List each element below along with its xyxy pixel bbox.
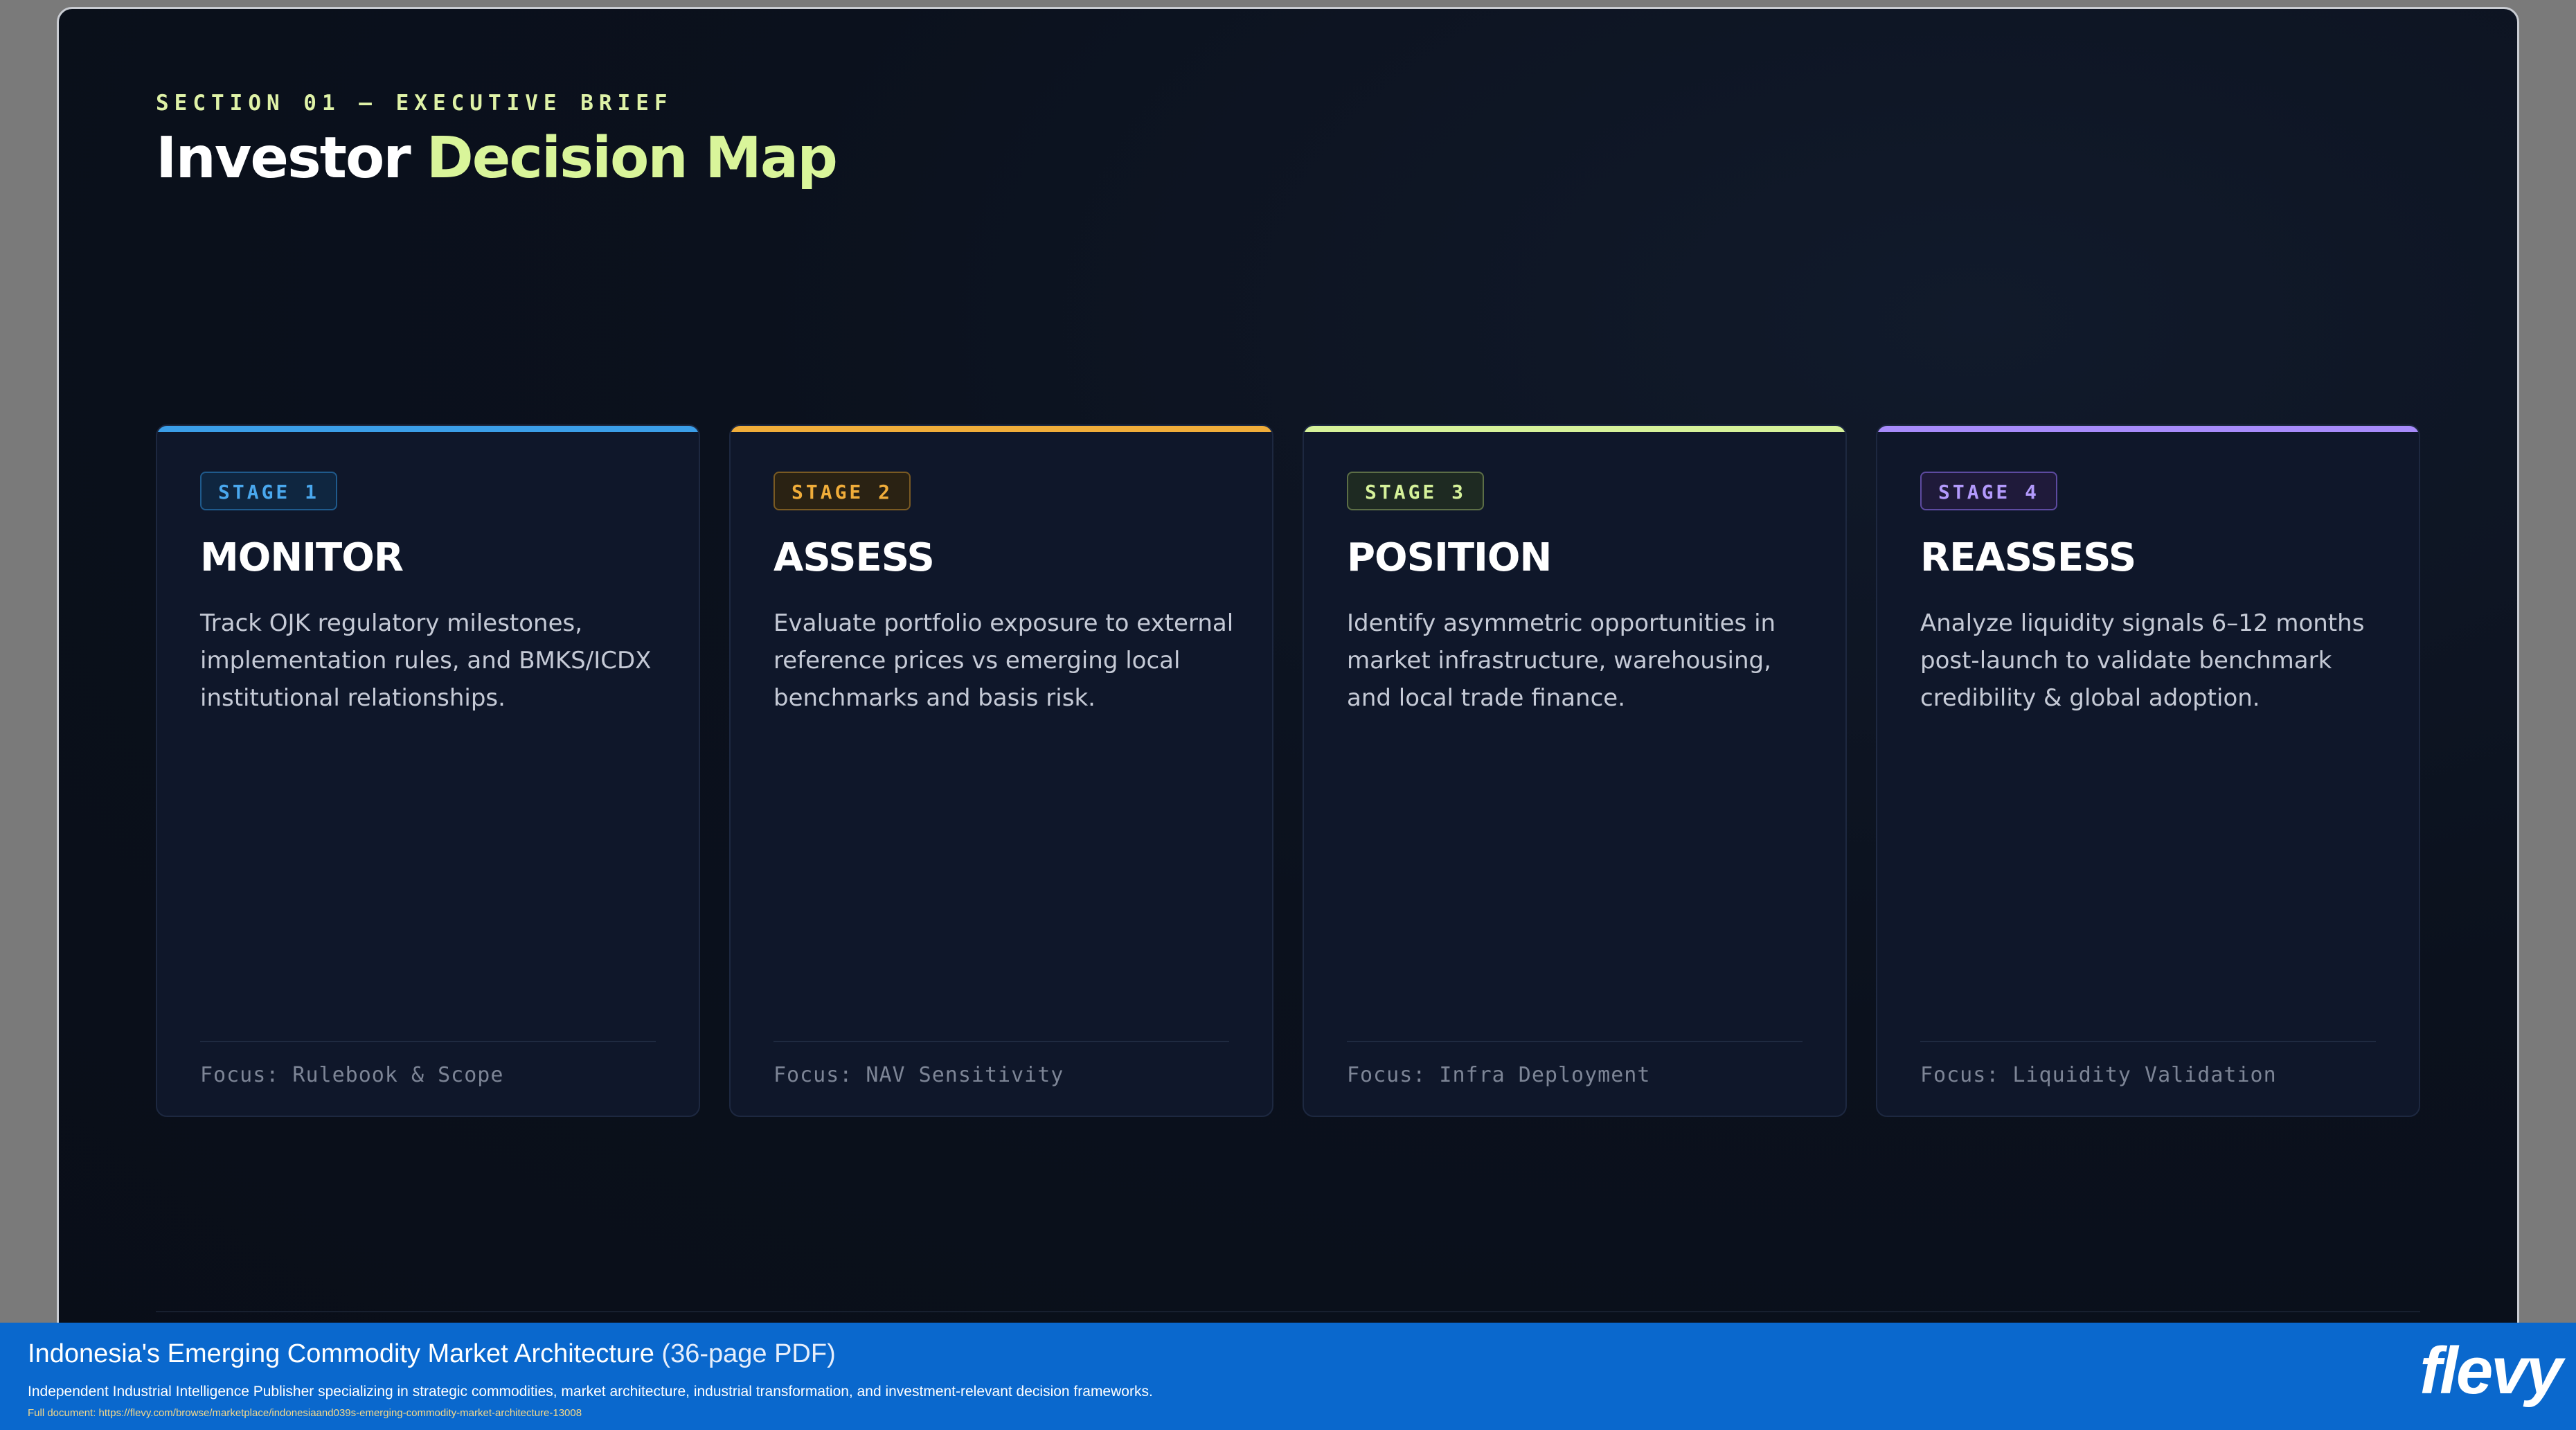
document-title-text: Indonesia's Emerging Commodity Market Ar… <box>28 1339 654 1368</box>
stage-title: MONITOR <box>200 535 404 580</box>
stage-focus: Focus: Rulebook & Scope <box>200 1063 504 1087</box>
stage-card-2: STAGE 2 ASSESS Evaluate portfolio exposu… <box>729 424 1273 1117</box>
card-divider <box>773 1041 1229 1042</box>
section-eyebrow: SECTION 01 — EXECUTIVE BRIEF <box>156 91 673 116</box>
stage-focus: Focus: Liquidity Validation <box>1920 1063 2277 1087</box>
card-divider <box>1347 1041 1803 1042</box>
stage-badge: STAGE 1 <box>200 472 338 510</box>
card-accent-bar <box>157 426 699 432</box>
stage-badge: STAGE 3 <box>1347 472 1485 510</box>
card-accent-bar <box>1877 426 2419 432</box>
title-part-1: Investor <box>156 125 411 191</box>
bottom-divider <box>156 1311 2420 1312</box>
stage-title: POSITION <box>1347 535 1552 580</box>
stage-focus: Focus: Infra Deployment <box>1347 1063 1651 1087</box>
stage-card-1: STAGE 1 MONITOR Track OJK regulatory mil… <box>156 424 700 1117</box>
stage-title: REASSESS <box>1920 535 2136 580</box>
slide: SECTION 01 — EXECUTIVE BRIEF Investor Dec… <box>57 7 2519 1430</box>
stage-focus: Focus: NAV Sensitivity <box>773 1063 1064 1087</box>
stage-cards: STAGE 1 MONITOR Track OJK regulatory mil… <box>156 424 2420 1117</box>
title-part-2: Decision Map <box>426 125 838 191</box>
stage-title: ASSESS <box>773 535 935 580</box>
stage-card-3: STAGE 3 POSITION Identify asymmetric opp… <box>1303 424 1847 1117</box>
page-title: Investor Decision Map <box>156 125 838 191</box>
stage-description: Track OJK regulatory milestones, impleme… <box>200 609 652 712</box>
page-count: (36-page PDF) <box>661 1339 836 1368</box>
stage-card-4: STAGE 4 REASSESS Analyze liquidity signa… <box>1876 424 2420 1117</box>
flevy-logo[interactable]: flevy <box>2420 1338 2563 1404</box>
stage-badge: STAGE 4 <box>1920 472 2058 510</box>
document-footer-banner: Indonesia's Emerging Commodity Market Ar… <box>0 1323 2576 1430</box>
stage-description: Evaluate portfolio exposure to external … <box>773 609 1234 712</box>
full-document-link[interactable]: Full document: https://flevy.com/browse/… <box>28 1407 582 1419</box>
stage-description: Identify asymmetric opportunities in mar… <box>1347 609 1776 712</box>
stage-badge: STAGE 2 <box>773 472 911 510</box>
publisher-description: Independent Industrial Intelligence Publ… <box>28 1384 1153 1400</box>
card-accent-bar <box>731 426 1272 432</box>
stage-description: Analyze liquidity signals 6–12 months po… <box>1920 609 2365 712</box>
card-divider <box>1920 1041 2376 1042</box>
card-divider <box>200 1041 656 1042</box>
card-accent-bar <box>1304 426 1845 432</box>
document-title: Indonesia's Emerging Commodity Market Ar… <box>28 1339 836 1369</box>
